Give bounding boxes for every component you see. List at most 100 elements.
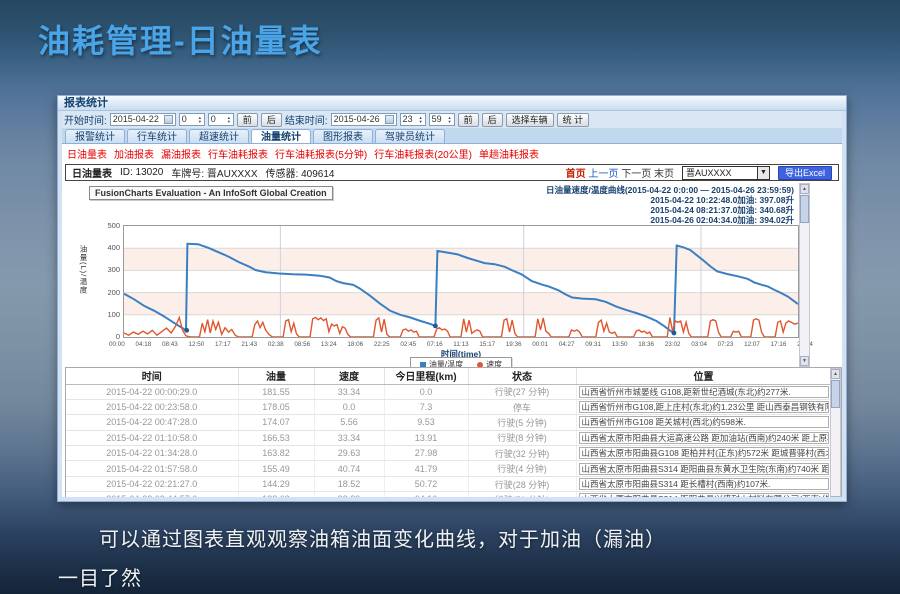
table-cell: 41.79 <box>384 461 468 476</box>
report-link[interactable]: 单趟油耗报表 <box>479 146 539 161</box>
location-input[interactable]: 山西省忻州市城晏线 G108,距新世纪酒城(东北)约277米. <box>579 386 829 398</box>
scroll-up-icon[interactable]: ▲ <box>831 369 840 379</box>
location-input[interactable]: 山西省太原市阳曲县S314 距阳曲县东黄水卫生院(东南)约740米 距中国( <box>579 463 829 475</box>
chart-annotations: 日油量速度/温度曲线(2015-04-22 0:0:00 — 2015-04-2… <box>546 185 794 225</box>
tab-item[interactable]: 行车统计 <box>127 129 187 143</box>
table-cell: 33.34 <box>314 384 384 399</box>
window-titlebar: 报表统计 <box>58 96 846 111</box>
table-cell: 行驶(5 分钟) <box>468 415 576 430</box>
table-cell: 2015-04-22 02:21:27.0 <box>66 476 238 491</box>
table-cell: 138.63 <box>238 492 314 497</box>
chevron-down-icon[interactable]: ▼ <box>757 167 769 179</box>
scroll-up-icon[interactable]: ▲ <box>800 184 809 194</box>
refuel-marker-icon <box>672 331 677 336</box>
table-cell: 9.53 <box>384 415 468 430</box>
tab-item[interactable]: 油量统计 <box>251 129 311 143</box>
table-scrollbar[interactable]: ▲ ▼ <box>830 368 841 497</box>
location-input[interactable]: 山西省忻州市G108,距上庄村(东北)约1.23公里 距山西泰昌钢铁有限公司( <box>579 401 829 413</box>
select-vehicle-button[interactable]: 选择车辆 <box>506 113 554 127</box>
location-input[interactable]: 山西省太原市阳曲县S314 距长槽村(西南)约107米. <box>579 478 829 490</box>
table-header-cell: 油量 <box>238 368 314 384</box>
x-tick-label: 15:17 <box>479 341 495 348</box>
sensor-label: 传感器: 409614 <box>266 165 335 180</box>
spinner-arrows-icon[interactable]: ▲▼ <box>198 116 202 124</box>
table-cell: 2015-04-22 01:10:58.0 <box>66 430 238 445</box>
table-cell: 2015-04-22 02:44:57.0 <box>66 492 238 497</box>
tab-item[interactable]: 图形报表 <box>313 129 373 143</box>
start-hour-stepper[interactable]: 0 ▲▼ <box>179 113 205 126</box>
table-cell: 166.53 <box>238 430 314 445</box>
end-minute-value: 59 <box>432 114 442 125</box>
start-minute-stepper[interactable]: 0 ▲▼ <box>208 113 234 126</box>
chart-scrollbar[interactable]: ▲ ▼ <box>799 183 810 367</box>
x-tick-label: 07:23 <box>718 341 734 348</box>
report-link[interactable]: 漏油报表 <box>161 146 201 161</box>
spinner-arrows-icon[interactable]: ▲▼ <box>227 116 231 124</box>
report-link[interactable]: 加油报表 <box>114 146 154 161</box>
x-tick-label: 17:17 <box>215 341 231 348</box>
report-link[interactable]: 行车油耗报表(5分钟) <box>275 146 367 161</box>
table-row: 2015-04-22 00:47:28.0174.075.569.53行驶(5 … <box>66 415 831 430</box>
location-input[interactable]: 山西省太原市阳曲县S314 距阳曲县兴盛耐火材料有限公司(西南)约281米 <box>579 493 829 497</box>
end-hour-stepper[interactable]: 23 ▲▼ <box>400 113 426 126</box>
report-link[interactable]: 行车油耗报表(20公里) <box>374 146 472 161</box>
table-cell: 停车 <box>468 399 576 414</box>
table-header-cell: 时间 <box>66 368 238 384</box>
vehicle-select[interactable]: 晋AUXXXX ▼ <box>682 166 770 180</box>
pagination-link[interactable]: 末页 <box>654 169 674 180</box>
pagination-link[interactable]: 下一页 <box>621 169 651 180</box>
report-link[interactable]: 行车油耗报表 <box>208 146 268 161</box>
end-next-day-button[interactable]: 后 <box>482 113 503 127</box>
vehicle-select-value: 晋AUXXXX <box>686 166 732 179</box>
x-tick-label: 04:18 <box>135 341 151 348</box>
pagination-link[interactable]: 首页 <box>566 169 586 180</box>
table-row: 2015-04-22 00:23:58.0178.050.07.3停车山西省忻州… <box>66 399 831 414</box>
x-tick-label: 02:45 <box>400 341 416 348</box>
start-hour-value: 0 <box>182 114 187 125</box>
tab-item[interactable]: 报警统计 <box>65 129 125 143</box>
statistics-button[interactable]: 统 计 <box>557 113 590 127</box>
location-input[interactable]: 山西省太原市阳曲县大运高速公路 距加油站(西南)约240米 距上原村(正东 <box>579 432 829 444</box>
table-cell: 18.52 <box>314 476 384 491</box>
table-cell: 行驶(27 分钟) <box>468 384 576 399</box>
x-tick-label: 00:00 <box>109 341 125 348</box>
table-cell: 行驶(8 分钟) <box>468 430 576 445</box>
end-hour-value: 23 <box>403 114 413 125</box>
table-cell: 2015-04-22 00:00:29.0 <box>66 384 238 399</box>
tab-item[interactable]: 驾驶员统计 <box>375 129 445 143</box>
table-cell: 5.56 <box>314 415 384 430</box>
report-window: 报表统计 开始时间: 2015-04-22 0 ▲▼ 0 ▲▼ 前 后 结束时间… <box>57 95 847 502</box>
end-prev-day-button[interactable]: 前 <box>458 113 479 127</box>
report-link[interactable]: 日油量表 <box>67 146 107 161</box>
end-date-value: 2015-04-26 <box>334 114 380 125</box>
x-tick-label: 08:43 <box>162 341 178 348</box>
scrollbar-thumb[interactable] <box>800 195 809 223</box>
y-axis-label: 油量(L)/温度 <box>78 245 89 294</box>
tab-item[interactable]: 超速统计 <box>189 129 249 143</box>
scroll-down-icon[interactable]: ▼ <box>831 496 840 497</box>
x-tick-label: 08:56 <box>294 341 310 348</box>
calendar-icon[interactable] <box>164 115 173 124</box>
report-toolbar: 日油量表 ID: 13020 车牌号: 晋AUXXXX 传感器: 409614 … <box>65 164 839 181</box>
spinner-arrows-icon[interactable]: ▲▼ <box>419 116 423 124</box>
end-minute-stepper[interactable]: 59 ▲▼ <box>429 113 455 126</box>
calendar-icon[interactable] <box>385 115 394 124</box>
table-cell: 144.29 <box>238 476 314 491</box>
start-date-field[interactable]: 2015-04-22 <box>110 113 176 126</box>
end-date-field[interactable]: 2015-04-26 <box>331 113 397 126</box>
refuel-annotation: 2015-04-24 08:21:37.0加油: 340.68升 <box>546 205 794 215</box>
x-tick-label: 12:50 <box>188 341 204 348</box>
scrollbar-thumb[interactable] <box>831 380 840 408</box>
scroll-down-icon[interactable]: ▼ <box>800 356 809 366</box>
pagination-link[interactable]: 上一页 <box>588 169 618 180</box>
location-input[interactable]: 山西省忻州市G108 距关城村(西北)约598米. <box>579 416 829 428</box>
x-tick-label: 12:07 <box>744 341 760 348</box>
table-header-row: 时间油量速度今日里程(km)状态位置 <box>66 368 831 384</box>
start-prev-day-button[interactable]: 前 <box>237 113 258 127</box>
start-next-day-button[interactable]: 后 <box>261 113 282 127</box>
location-input[interactable]: 山西省太原市阳曲县G108 距柏井村(正东)约572米 距城晋驿村(西北)约7( <box>579 447 829 459</box>
spinner-arrows-icon[interactable]: ▲▼ <box>448 116 452 124</box>
export-excel-button[interactable]: 导出Excel <box>778 166 832 180</box>
series-油量 <box>124 244 798 333</box>
window-title: 报表统计 <box>64 97 108 109</box>
